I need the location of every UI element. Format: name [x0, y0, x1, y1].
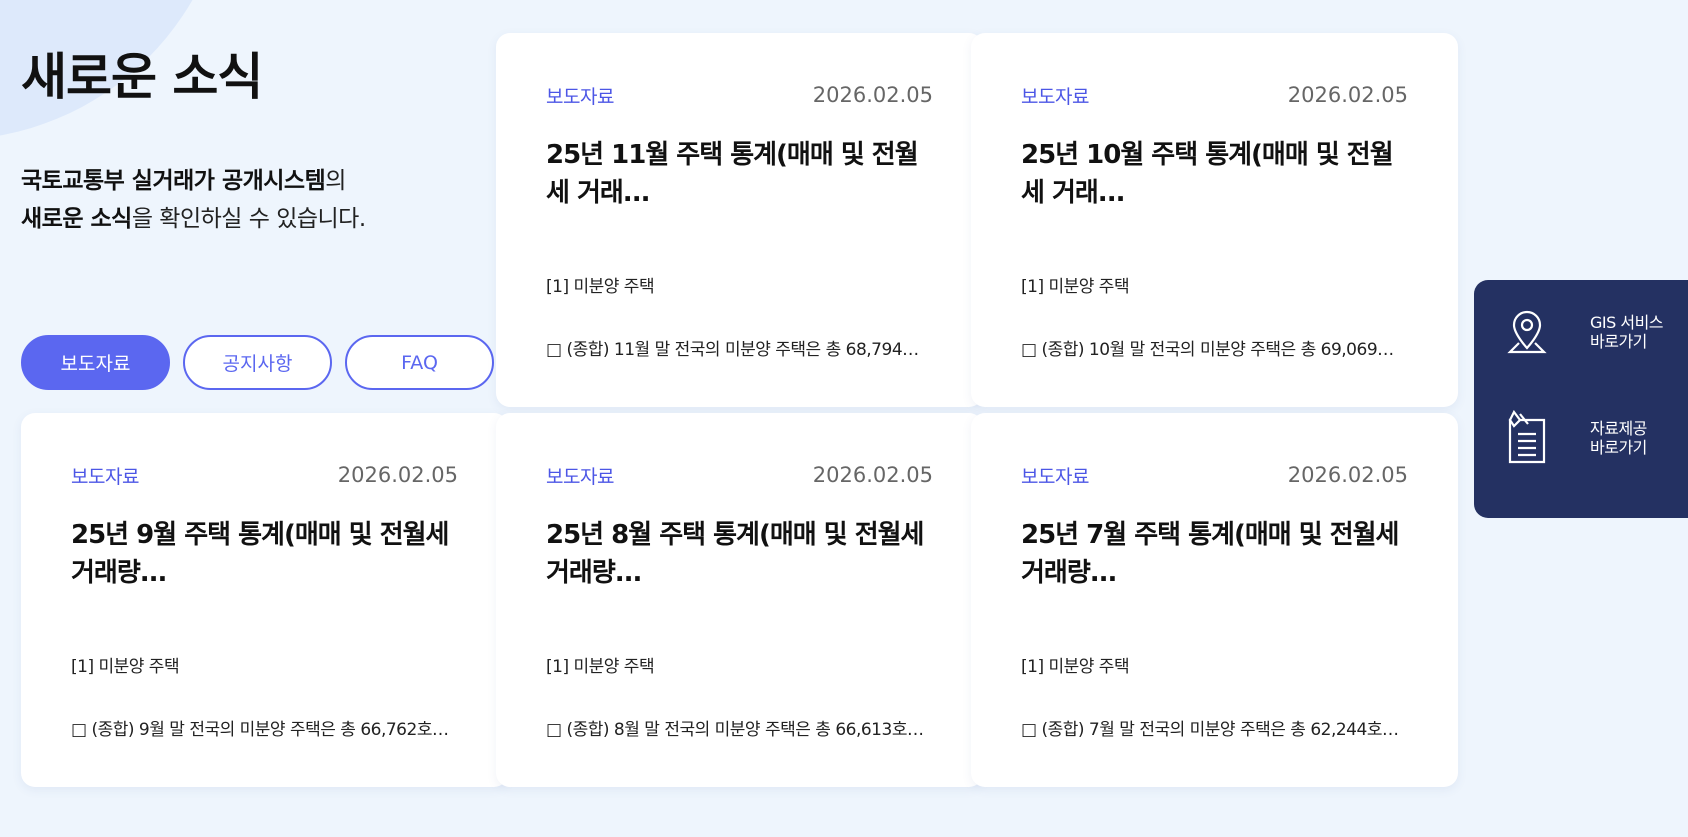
card-title: 25년 8월 주택 통계(매매 및 전월세 거래량...: [546, 520, 924, 588]
card-date: 2026.02.05: [1287, 463, 1408, 487]
map-pin-icon: [1504, 304, 1550, 360]
news-section: 새로운 소식 국토교통부 실거래가 공개시스템의 새로운 소식을 확인하실 수 …: [0, 0, 1688, 837]
card-meta: 보도자료 2026.02.05: [1021, 460, 1408, 490]
tab-notice[interactable]: 공지사항: [183, 335, 332, 390]
card-category: 보도자료: [546, 465, 614, 488]
gis-service-label-line2: 바로가기: [1590, 332, 1647, 351]
card-date: 2026.02.05: [812, 463, 933, 487]
card-summary: □ (종합) 7월 말 전국의 미분양 주택은 총 62,244호…: [1021, 720, 1399, 740]
data-provision-link[interactable]: 자료제공 바로가기: [1504, 410, 1647, 466]
card-title: 25년 9월 주택 통계(매매 및 전월세 거래량...: [71, 520, 449, 588]
card-category: 보도자료: [1021, 465, 1089, 488]
desc-text-1: 의: [325, 168, 346, 194]
card-title: 25년 10월 주택 통계(매매 및 전월세 거래...: [1021, 140, 1394, 208]
card-summary: □ (종합) 9월 말 전국의 미분양 주택은 총 66,762호…: [71, 720, 449, 740]
card-summary: □ (종합) 10월 말 전국의 미분양 주택은 총 69,069호…: [1021, 340, 1408, 360]
card-subheading: [1] 미분양 주택: [546, 657, 655, 677]
card-subheading: [1] 미분양 주택: [1021, 657, 1130, 677]
desc-highlight-2: 새로운 소식: [21, 206, 132, 232]
news-card[interactable]: 보도자료 2026.02.05 25년 7월 주택 통계(매매 및 전월세 거래…: [971, 413, 1458, 787]
data-provision-label: 자료제공 바로가기: [1590, 419, 1647, 457]
news-tabs: 보도자료 공지사항 FAQ: [21, 335, 494, 390]
gis-service-label: GIS 서비스 바로가기: [1590, 313, 1664, 351]
desc-text-2: 을 확인하실 수 있습니다.: [131, 206, 366, 232]
news-card[interactable]: 보도자료 2026.02.05 25년 9월 주택 통계(매매 및 전월세 거래…: [21, 413, 508, 787]
card-date: 2026.02.05: [1287, 83, 1408, 107]
card-meta: 보도자료 2026.02.05: [546, 460, 933, 490]
document-icon: [1504, 410, 1550, 466]
desc-highlight-1: 국토교통부 실거래가 공개시스템: [21, 168, 326, 194]
news-card[interactable]: 보도자료 2026.02.05 25년 8월 주택 통계(매매 및 전월세 거래…: [496, 413, 983, 787]
card-category: 보도자료: [546, 85, 614, 108]
card-meta: 보도자료 2026.02.05: [546, 80, 933, 110]
section-title: 새로운 소식: [21, 48, 263, 106]
card-date: 2026.02.05: [812, 83, 933, 107]
tab-faq[interactable]: FAQ: [345, 335, 494, 390]
section-description: 국토교통부 실거래가 공개시스템의 새로운 소식을 확인하실 수 있습니다.: [21, 162, 501, 238]
card-summary: □ (종합) 11월 말 전국의 미분양 주택은 총 68,794호…: [546, 340, 933, 360]
news-card[interactable]: 보도자료 2026.02.05 25년 11월 주택 통계(매매 및 전월세 거…: [496, 33, 983, 407]
card-summary: □ (종합) 8월 말 전국의 미분양 주택은 총 66,613호…: [546, 720, 924, 740]
card-meta: 보도자료 2026.02.05: [71, 460, 458, 490]
card-subheading: [1] 미분양 주택: [71, 657, 180, 677]
card-category: 보도자료: [1021, 85, 1089, 108]
gis-service-label-line1: GIS 서비스: [1590, 313, 1664, 332]
gis-service-link[interactable]: GIS 서비스 바로가기: [1504, 304, 1664, 360]
card-meta: 보도자료 2026.02.05: [1021, 80, 1408, 110]
card-subheading: [1] 미분양 주택: [1021, 277, 1130, 297]
news-card[interactable]: 보도자료 2026.02.05 25년 10월 주택 통계(매매 및 전월세 거…: [971, 33, 1458, 407]
section-intro: 새로운 소식 국토교통부 실거래가 공개시스템의 새로운 소식을 확인하실 수 …: [21, 44, 501, 238]
card-title: 25년 7월 주택 통계(매매 및 전월세 거래량...: [1021, 520, 1399, 588]
card-subheading: [1] 미분양 주택: [546, 277, 655, 297]
card-category: 보도자료: [71, 465, 139, 488]
card-date: 2026.02.05: [337, 463, 458, 487]
card-title: 25년 11월 주택 통계(매매 및 전월세 거래...: [546, 140, 919, 208]
tab-press-release[interactable]: 보도자료: [21, 335, 170, 390]
data-provision-label-line1: 자료제공: [1590, 419, 1647, 438]
quick-menu: GIS 서비스 바로가기 자료제공 바로가기: [1474, 280, 1688, 518]
data-provision-label-line2: 바로가기: [1590, 438, 1647, 457]
